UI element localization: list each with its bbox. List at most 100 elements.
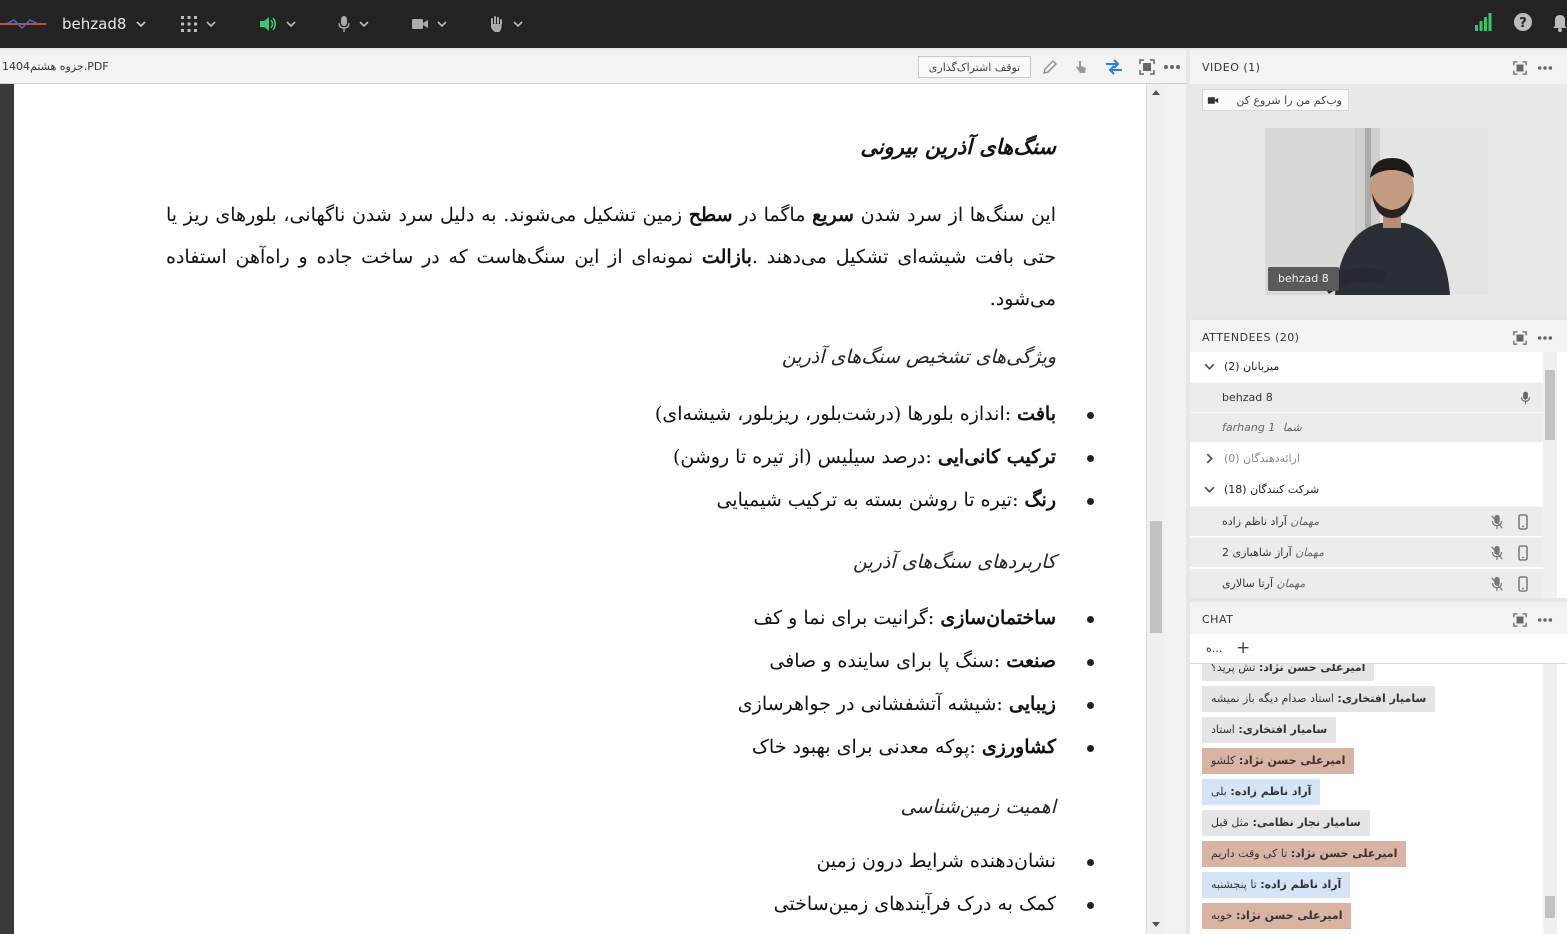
notification-bell-icon[interactable] bbox=[1552, 12, 1567, 32]
fullscreen-icon[interactable] bbox=[1513, 331, 1527, 345]
raise-hand-button[interactable] bbox=[487, 12, 523, 36]
help-icon[interactable]: ? bbox=[1513, 12, 1533, 32]
doc-bullet-term: ترکیب کانی‌ایی bbox=[937, 446, 1056, 468]
signal-bars-icon[interactable] bbox=[1474, 12, 1492, 32]
stop-sharing-button[interactable]: توقف اشتراک‌گذاری bbox=[918, 56, 1031, 78]
scrollbar-thumb[interactable] bbox=[1150, 521, 1162, 633]
chat-tab-everyone[interactable]: ه... bbox=[1206, 642, 1222, 655]
camera-button[interactable] bbox=[411, 12, 447, 36]
scrollbar-thumb[interactable] bbox=[1545, 370, 1555, 440]
attendee-name: مهمان آرتا سالاری bbox=[1222, 577, 1305, 590]
group-label: شرکت کنندگان (18) bbox=[1224, 483, 1320, 496]
chat-message-text: استاد bbox=[1211, 723, 1239, 736]
doc-bullet-desc: :درصد سیلیس (از تیره تا روشن) bbox=[672, 446, 938, 468]
mobile-device-icon bbox=[1518, 514, 1528, 530]
attendee-row[interactable]: مهمان آرتا سالاری bbox=[1190, 568, 1543, 598]
chat-message-text: کلشو bbox=[1211, 754, 1239, 767]
attendee-row[interactable]: farhang 1 شما bbox=[1190, 412, 1543, 442]
user-name: behzad8 bbox=[62, 15, 127, 33]
pointer-hand-icon[interactable] bbox=[1073, 59, 1089, 75]
doc-heading: سنگ‌های آذرین بیرونی bbox=[860, 134, 1056, 159]
more-options-icon[interactable] bbox=[1163, 64, 1181, 70]
chat-message-text: تا پنجشنبه bbox=[1211, 878, 1261, 891]
document-viewer: سنگ‌های آذرین بیرونی این سنگ‌ها از سرد ش… bbox=[0, 84, 1186, 934]
chat-message-text: مثل قبل bbox=[1211, 816, 1253, 829]
start-webcam-button[interactable]: وب‌کم من را شروع کن bbox=[1202, 89, 1349, 111]
doc-bullet-item: کمک به درک فرآیندهای زمین‌ساختی bbox=[394, 883, 1094, 926]
microphone-icon bbox=[338, 16, 350, 32]
share-pod-header: جزوه هشتم1404.PDF توقف اشتراک‌گذاری bbox=[0, 50, 1186, 84]
scrollbar-thumb[interactable] bbox=[1545, 896, 1555, 918]
doc-bullet-list: بافت :اندازه بلورها (درشت‌بلور، ریزبلور،… bbox=[394, 393, 1094, 522]
more-options-icon[interactable] bbox=[1537, 335, 1553, 341]
svg-text:?: ? bbox=[1519, 16, 1527, 31]
document-scrollbar[interactable] bbox=[1146, 84, 1165, 934]
sync-arrows-icon[interactable] bbox=[1104, 59, 1124, 75]
group-hosts[interactable]: میزبانان (2) bbox=[1190, 352, 1543, 382]
doc-bullet-desc: :اندازه بلورها (درشت‌بلور، ریزبلور، شیشه… bbox=[654, 403, 1018, 425]
chat-scrollbar[interactable] bbox=[1543, 664, 1557, 934]
microphone-muted-icon bbox=[1491, 545, 1503, 561]
chat-message-text: بلی bbox=[1211, 785, 1231, 798]
chat-message-author: سامیار افتخاری: bbox=[1238, 723, 1328, 736]
microphone-muted-icon bbox=[1491, 514, 1503, 530]
microphone-button[interactable] bbox=[337, 12, 369, 36]
group-label: میزبانان (2) bbox=[1224, 360, 1280, 373]
chat-message-author: امیرعلی حسن نژاد: bbox=[1235, 909, 1343, 922]
doc-bullet-item: ترکیب کانی‌ایی :درصد سیلیس (از تیره تا ر… bbox=[394, 436, 1094, 479]
speaker-button[interactable] bbox=[258, 12, 296, 36]
doc-bullet-item: زیبایی :شیشه آتشفشانی در جواهرسازی bbox=[394, 683, 1094, 726]
doc-section-title: اهمیت زمین‌شناسی bbox=[900, 796, 1056, 818]
doc-bullet-desc: :تیره تا روشن بسته به ترکیب شیمیایی bbox=[716, 489, 1025, 511]
group-participants[interactable]: شرکت کنندگان (18) bbox=[1190, 475, 1543, 505]
chat-message-author: آراد ناظم زاده: bbox=[1230, 785, 1312, 798]
doc-bullet-desc: :گرانیت برای نما و کف bbox=[753, 607, 941, 629]
webcam-feed[interactable]: behzad 8 bbox=[1265, 128, 1488, 295]
camera-icon bbox=[1207, 96, 1219, 104]
doc-bullet-term: صنعت bbox=[1006, 650, 1056, 672]
chevron-right-icon bbox=[1206, 453, 1213, 464]
chat-message-text: استاد صدام دیگه باز نمیشه bbox=[1211, 692, 1338, 705]
doc-bullet-term: بافت bbox=[1017, 403, 1056, 425]
stop-sharing-label: توقف اشتراک‌گذاری bbox=[928, 60, 1021, 74]
user-menu[interactable]: behzad8 bbox=[62, 12, 146, 36]
attendee-scrollbar[interactable] bbox=[1543, 352, 1557, 598]
group-presenters[interactable]: ارائه‌دهندگان (0) bbox=[1190, 444, 1543, 474]
attendee-display-name: آراز شاهبازی 2 bbox=[1222, 546, 1292, 559]
chat-message: سامیار نجار نظامی: مثل قبل bbox=[1202, 810, 1370, 836]
connect-logo-icon bbox=[0, 19, 46, 30]
scroll-up-icon[interactable] bbox=[1152, 90, 1160, 95]
doc-bullet-term: زیبایی bbox=[1008, 693, 1056, 715]
app-window: behzad8 bbox=[0, 0, 1567, 934]
doc-bullet-term: کشاورزی bbox=[981, 736, 1056, 758]
chevron-down-icon bbox=[206, 21, 216, 28]
doc-bullet-desc: :شیشه آتشفشانی در جواهرسازی bbox=[737, 693, 1009, 715]
doc-bullet-term: رنگ bbox=[1024, 489, 1056, 511]
chat-message: امیرعلی حسن نژاد: کلشو bbox=[1202, 748, 1355, 774]
doc-bullet-desc: :سنگ پا برای ساینده و صافی bbox=[769, 650, 1007, 672]
add-chat-tab-icon[interactable]: + bbox=[1236, 638, 1250, 658]
attendees-pod-header: ATTENDEES (20) bbox=[1190, 320, 1567, 352]
chat-message-list: امیرعلی حسن نژاد: تش پرید؟ سامیار افتخاری… bbox=[1190, 664, 1543, 934]
attendee-name: مهمان آراد ناظم زاده bbox=[1222, 515, 1319, 528]
chat-pod-title: CHAT bbox=[1202, 613, 1234, 626]
chevron-down-icon bbox=[1204, 486, 1215, 493]
fullscreen-icon[interactable] bbox=[1513, 613, 1527, 627]
attendee-row[interactable]: behzad 8 bbox=[1190, 382, 1543, 412]
scroll-down-icon[interactable] bbox=[1152, 922, 1160, 927]
pencil-icon[interactable] bbox=[1042, 59, 1058, 75]
more-options-icon[interactable] bbox=[1537, 617, 1553, 623]
attendee-role: مهمان bbox=[1295, 546, 1324, 559]
chat-message: سامیار افتخاری: استاد bbox=[1202, 717, 1337, 743]
doc-bullet-item: بافت :اندازه بلورها (درشت‌بلور، ریزبلور،… bbox=[394, 393, 1094, 436]
more-options-icon[interactable] bbox=[1537, 65, 1553, 71]
chat-message-text: خوبه bbox=[1211, 909, 1236, 922]
doc-bullet-list: نشان‌دهنده شرایط درون زمین کمک به درک فرآ… bbox=[394, 840, 1094, 926]
fullscreen-icon[interactable] bbox=[1139, 59, 1155, 75]
apps-menu-button[interactable] bbox=[180, 12, 216, 36]
attendee-row[interactable]: مهمان آراد ناظم زاده bbox=[1190, 506, 1543, 536]
chat-pod-header: CHAT bbox=[1190, 602, 1567, 634]
fullscreen-icon[interactable] bbox=[1513, 61, 1527, 75]
attendee-row[interactable]: مهمان آراز شاهبازی 2 bbox=[1190, 537, 1543, 567]
chat-message: آراد ناظم زاده: بلی bbox=[1202, 779, 1321, 805]
